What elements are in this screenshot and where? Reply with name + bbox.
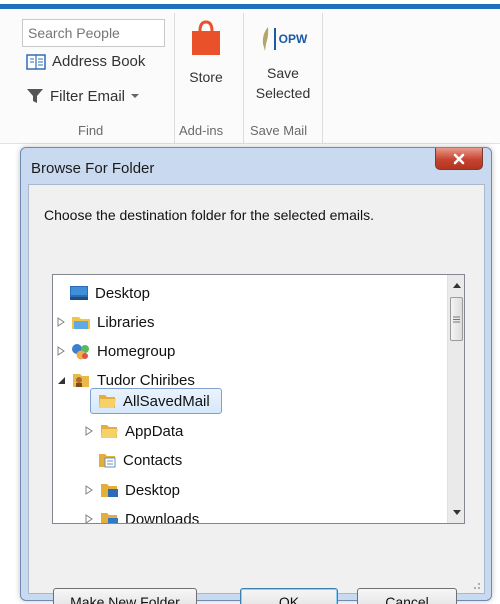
dialog-body: Choose the destination folder for the se…: [28, 184, 485, 604]
tree-item-label: Homegroup: [97, 342, 176, 360]
quill-icon: [262, 27, 268, 51]
scroll-down-button[interactable]: [448, 504, 464, 521]
make-new-folder-button[interactable]: Make New Folder: [53, 588, 197, 604]
libraries-icon: [71, 313, 91, 331]
folder-icon: [99, 422, 119, 440]
opw-badge: OPW: [273, 28, 307, 50]
tree-item-homegroup[interactable]: Homegroup: [57, 337, 176, 365]
filter-email-button[interactable]: Filter Email: [26, 87, 140, 105]
ok-button[interactable]: OK: [240, 588, 338, 604]
close-icon: [453, 153, 465, 164]
tree-item-label: Downloads: [125, 510, 200, 524]
expand-arrow-icon[interactable]: [55, 316, 67, 328]
find-group-label: Find: [78, 123, 104, 138]
tree-item-appdata[interactable]: AppData: [85, 417, 184, 445]
save-mail-group-label: Save Mail: [250, 123, 308, 138]
scroll-up-button[interactable]: [448, 277, 464, 294]
browse-for-folder-dialog: Browse For Folder Choose the destination…: [20, 147, 492, 604]
desktop-icon: [69, 284, 89, 302]
resize-grip-icon[interactable]: [471, 580, 481, 590]
scroll-down-arrow-icon: [452, 510, 461, 515]
downloads-folder-icon: [99, 510, 119, 523]
save-selected-label-line1: Save: [267, 65, 299, 81]
address-book-label: Address Book: [52, 53, 146, 70]
group-separator: [174, 13, 175, 143]
tree-item-label: Desktop: [125, 481, 181, 499]
opw-logo: OPW: [248, 21, 318, 57]
desktop-folder-icon: [99, 481, 119, 499]
store-button[interactable]: Store: [180, 15, 232, 87]
tree-item-label: AppData: [125, 422, 184, 440]
cancel-button[interactable]: Cancel: [357, 588, 457, 604]
group-separator: [322, 13, 323, 143]
tree-item-contacts[interactable]: Contacts: [97, 446, 182, 474]
save-selected-label-line2: Selected: [255, 85, 311, 101]
dropdown-arrow-icon: [131, 94, 140, 98]
user-folder-icon: [71, 371, 91, 389]
ribbon: Address Book Filter Email Find Store Add…: [0, 9, 500, 144]
filter-email-label: Filter Email: [50, 87, 126, 105]
contacts-folder-icon: [97, 451, 117, 469]
dialog-prompt: Choose the destination folder for the se…: [44, 207, 374, 223]
scrollbar-thumb[interactable]: [450, 297, 463, 341]
save-selected-button[interactable]: OPW Save Selected: [248, 15, 318, 103]
addins-group-label: Add-ins: [179, 123, 224, 138]
expand-arrow-icon[interactable]: [55, 345, 67, 357]
search-people-input[interactable]: [22, 19, 165, 47]
address-book-button[interactable]: Address Book: [26, 53, 145, 70]
tree-item-allsavedmail[interactable]: AllSavedMail: [97, 387, 210, 415]
collapse-arrow-icon[interactable]: [55, 374, 67, 386]
tree-item-desktop-user[interactable]: Desktop: [85, 476, 181, 504]
store-label: Store: [189, 69, 223, 85]
tree-item-label: Libraries: [97, 313, 155, 331]
expand-arrow-icon[interactable]: [83, 513, 95, 523]
tree-item-libraries[interactable]: Libraries: [57, 308, 155, 336]
address-book-icon: [26, 53, 46, 70]
homegroup-icon: [71, 342, 91, 360]
tree-item-downloads[interactable]: Downloads: [85, 505, 200, 524]
tree-item-label: Tudor Chiribes: [97, 371, 195, 389]
folder-tree[interactable]: Desktop Libraries Homegroup Tudor Chirib…: [52, 274, 465, 524]
tree-item-label: Contacts: [123, 451, 183, 469]
tree-item-label: AllSavedMail: [123, 392, 210, 410]
filter-funnel-icon: [27, 89, 43, 103]
folder-icon: [97, 392, 117, 410]
scroll-up-arrow-icon: [452, 283, 461, 288]
tree-item-label: Desktop: [95, 284, 151, 302]
store-bag-icon: [192, 20, 220, 55]
grip-lines-icon: [453, 316, 460, 322]
close-button[interactable]: [435, 148, 483, 170]
group-separator: [243, 13, 244, 143]
tree-item-desktop[interactable]: Desktop: [69, 279, 150, 307]
expand-arrow-icon[interactable]: [83, 484, 95, 496]
expand-arrow-icon[interactable]: [83, 425, 95, 437]
screen: Address Book Filter Email Find Store Add…: [0, 0, 500, 604]
dialog-title: Browse For Folder: [31, 160, 155, 177]
vertical-scrollbar[interactable]: [447, 275, 464, 523]
